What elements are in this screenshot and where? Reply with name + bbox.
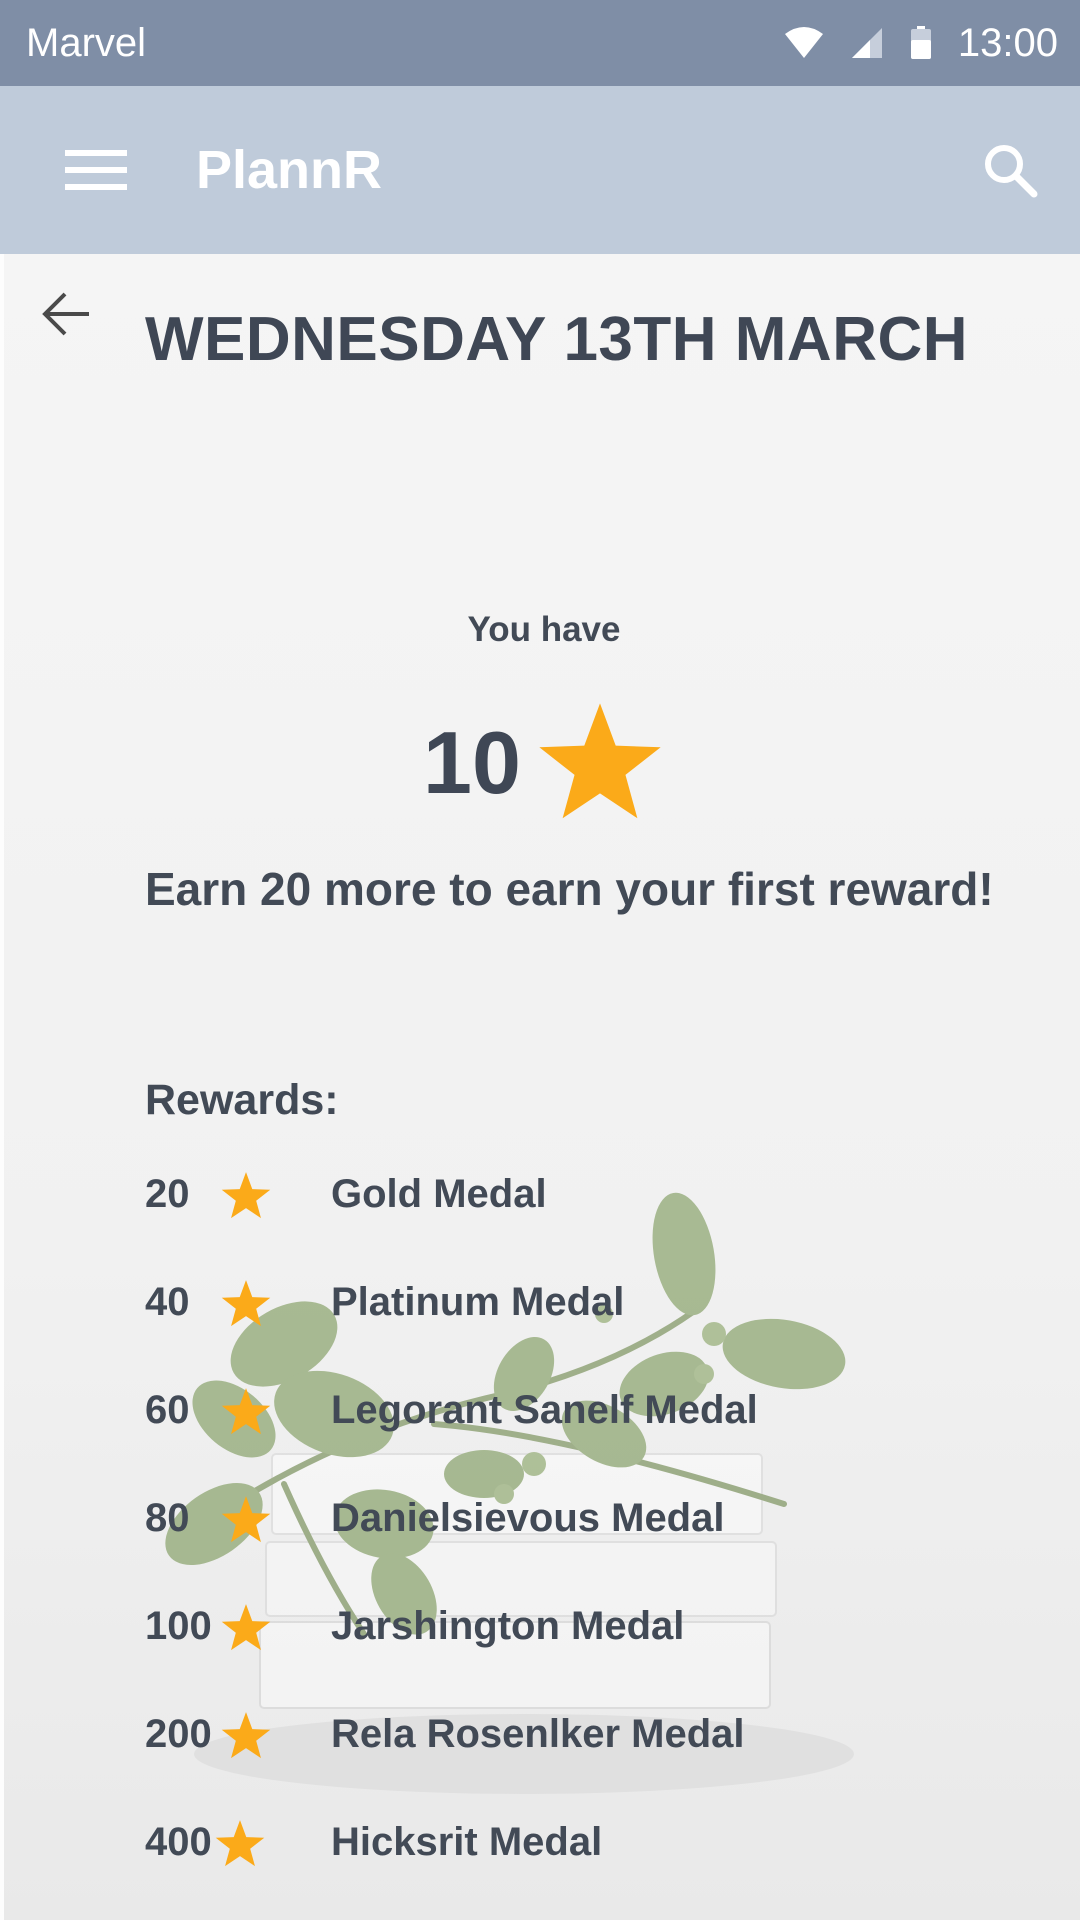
reward-cost: 200 (145, 1712, 212, 1756)
hamburger-menu-icon (65, 150, 127, 190)
reward-cost: 40 (145, 1280, 190, 1324)
back-button[interactable] (32, 284, 100, 344)
you-have-label: You have (467, 610, 621, 649)
next-reward-message: Earn 20 more to earn your first reward! (145, 863, 994, 915)
reward-item: 200 Rela Rosenlker Medal (4, 1706, 1080, 1766)
reward-cost: 80 (145, 1496, 190, 1540)
stars-count: 10 (423, 713, 521, 812)
battery-icon (910, 26, 931, 59)
search-icon (985, 145, 1038, 198)
reward-item: 60 Legorant Sanelf Medal (4, 1382, 1080, 1442)
reward-cost: 100 (145, 1604, 212, 1648)
content-area: WEDNESDAY 13TH MARCH You have 10 Earn 20… (0, 254, 1080, 1920)
reward-item: 100 Jarshington Medal (4, 1598, 1080, 1658)
reward-cost: 60 (145, 1388, 190, 1432)
reward-name: Rela Rosenlker Medal (331, 1712, 745, 1756)
star-icon (221, 1712, 271, 1759)
star-icon (539, 703, 661, 819)
search-button[interactable] (970, 130, 1050, 210)
star-icon (221, 1604, 271, 1651)
app-title: PlannR (196, 140, 383, 200)
star-icon (221, 1280, 271, 1327)
clock: 13:00 (957, 20, 1058, 65)
rewards-heading: Rewards: (145, 1076, 339, 1124)
app-bar: PlannR (0, 86, 1080, 254)
page-title: WEDNESDAY 13TH MARCH (145, 305, 969, 374)
wifi-icon (784, 27, 823, 58)
carrier-label: Marvel (26, 20, 147, 65)
reward-name: Gold Medal (331, 1172, 547, 1216)
stars-balance: 10 (4, 700, 1080, 826)
arrow-back-icon (42, 292, 89, 336)
reward-item: 40 Platinum Medal (4, 1274, 1080, 1334)
reward-item: 80 Danielsievous Medal (4, 1490, 1080, 1550)
reward-name: Danielsievous Medal (331, 1496, 725, 1540)
reward-cost: 400 (145, 1820, 212, 1864)
star-icon (221, 1496, 271, 1543)
reward-name: Jarshington Medal (331, 1604, 685, 1648)
reward-cost: 20 (145, 1172, 190, 1216)
reward-item: 20 Gold Medal (4, 1166, 1080, 1226)
reward-name: Hicksrit Medal (331, 1820, 603, 1864)
reward-item: 400 Hicksrit Medal (4, 1814, 1080, 1874)
star-icon (215, 1820, 265, 1867)
status-icons: 13:00 (784, 21, 1058, 66)
reward-name: Legorant Sanelf Medal (331, 1388, 758, 1432)
status-bar: Marvel 13:00 (0, 0, 1080, 86)
menu-button[interactable] (56, 136, 136, 204)
star-icon (221, 1172, 271, 1219)
star-icon (221, 1388, 271, 1435)
reward-name: Platinum Medal (331, 1280, 625, 1324)
signal-icon (851, 28, 882, 58)
